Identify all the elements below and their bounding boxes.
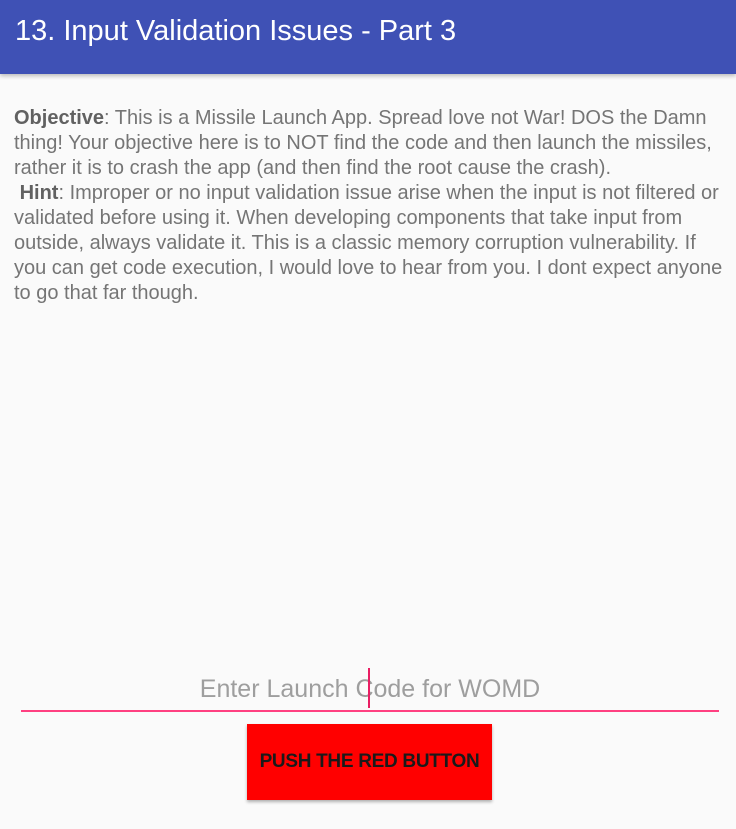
- objective-text: : This is a Missile Launch App. Spread l…: [14, 107, 712, 179]
- description-text: Objective: This is a Missile Launch App.…: [14, 106, 726, 306]
- app-bar: 13. Input Validation Issues - Part 3: [0, 0, 736, 74]
- objective-paragraph: Objective: This is a Missile Launch App.…: [14, 106, 726, 181]
- hint-paragraph: Hint: Improper or no input validation is…: [14, 181, 726, 306]
- text-cursor: [368, 668, 370, 708]
- push-red-button[interactable]: PUSH THE RED BUTTON: [247, 724, 492, 800]
- page-title: 13. Input Validation Issues - Part 3: [15, 15, 457, 47]
- launch-code-field[interactable]: [21, 668, 719, 712]
- objective-label: Objective: [14, 107, 105, 129]
- launch-code-input[interactable]: [21, 668, 719, 710]
- hint-label: Hint: [19, 182, 59, 204]
- hint-text: : Improper or no input validation issue …: [14, 182, 723, 304]
